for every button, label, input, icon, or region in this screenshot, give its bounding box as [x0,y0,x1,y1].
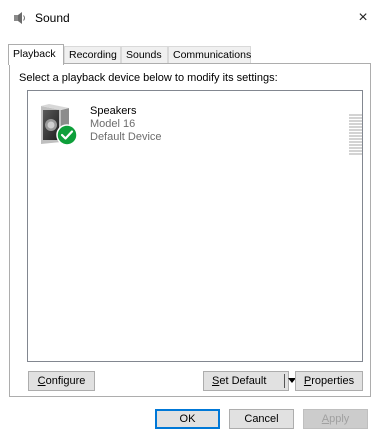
speaker-icon [13,11,27,25]
window-title: Sound [35,11,70,25]
device-name: Speakers [90,105,137,117]
title-bar: Sound × [0,0,381,36]
split-divider [284,374,285,388]
green-check-icon [56,124,78,146]
ok-button[interactable]: OK [155,409,220,429]
close-button[interactable]: × [345,0,381,36]
properties-button[interactable]: Properties [295,371,363,391]
list-item-speakers[interactable]: Speakers Model 16 Default Device [35,101,362,155]
level-meter [349,114,362,156]
configure-button[interactable]: Configure [28,371,95,391]
speaker-icon [35,102,81,148]
cancel-button[interactable]: Cancel [229,409,294,429]
tab-sounds[interactable]: Sounds [121,46,168,63]
tab-playback[interactable]: Playback [8,44,64,65]
device-status: Default Device [90,131,162,143]
device-model: Model 16 [90,118,136,130]
apply-button[interactable]: Apply [303,409,368,429]
tab-recording[interactable]: Recording [64,46,121,63]
device-list[interactable]: Speakers Model 16 Default Device [27,90,363,362]
tab-communications[interactable]: Communications [168,46,251,63]
instruction-text: Select a playback device below to modify… [19,72,278,84]
set-default-button[interactable]: Set Default [203,371,296,391]
close-icon: × [358,9,368,26]
